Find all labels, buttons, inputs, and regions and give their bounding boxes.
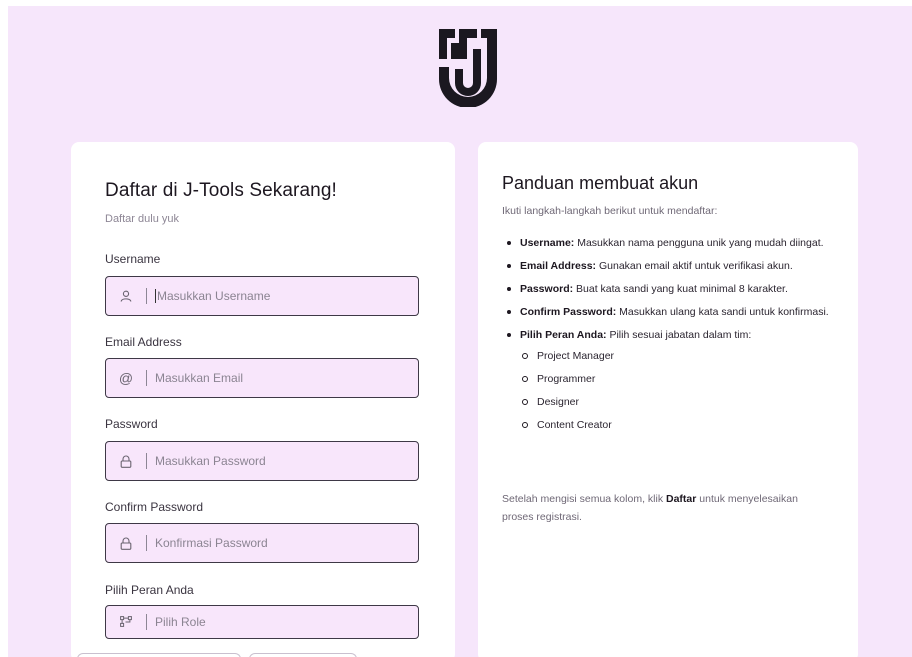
guide-item-confirm-password: Confirm Password: Masukkan ulang kata sa…	[502, 303, 842, 321]
guide-card: Panduan membuat akun Ikuti langkah-langk…	[478, 142, 858, 657]
outro-daftar-keyword: Daftar	[666, 493, 697, 505]
role-option: Project Manager	[520, 348, 842, 364]
guide-term: Pilih Peran Anda:	[520, 329, 607, 341]
guide-text: Masukkan nama pengguna unik yang mudah d…	[574, 237, 824, 249]
outro-text-before: Setelah mengisi semua kolom, klik	[502, 493, 666, 505]
confirm-password-input[interactable]: Konfirmasi Password	[105, 523, 419, 563]
role-label: Pilih Peran Anda	[105, 583, 194, 597]
email-placeholder: Masukkan Email	[155, 371, 244, 385]
guide-term: Email Address:	[520, 260, 597, 272]
password-label: Password	[105, 417, 158, 431]
form-title: Daftar di J-Tools Sekarang!	[105, 180, 337, 201]
guide-outro: Setelah mengisi semua kolom, klik Daftar…	[502, 490, 802, 526]
role-select[interactable]: Pilih Role	[105, 605, 419, 639]
registration-card: Daftar di J-Tools Sekarang! Daftar dulu …	[71, 142, 455, 657]
confirm-password-placeholder: Konfirmasi Password	[155, 536, 268, 550]
at-icon: @	[118, 370, 134, 386]
username-placeholder: Masukkan Username	[157, 289, 271, 303]
field-separator	[146, 614, 147, 630]
text-cursor	[155, 289, 156, 303]
field-separator	[146, 535, 147, 551]
secondary-button[interactable]	[77, 653, 241, 657]
form-subtitle: Daftar dulu yuk	[105, 213, 179, 225]
guide-title: Panduan membuat akun	[502, 173, 699, 193]
guide-item-email: Email Address: Gunakan email aktif untuk…	[502, 257, 842, 275]
j-tools-logo-icon	[439, 29, 497, 107]
role-option: Content Creator	[520, 417, 842, 433]
email-input[interactable]: @ Masukkan Email	[105, 358, 419, 398]
role-option: Designer	[520, 394, 842, 410]
guide-item-username: Username: Masukkan nama pengguna unik ya…	[502, 234, 842, 252]
page-background: Daftar di J-Tools Sekarang! Daftar dulu …	[8, 6, 912, 657]
field-separator	[146, 288, 147, 304]
guide-intro: Ikuti langkah-langkah berikut untuk mend…	[502, 205, 718, 217]
guide-text: Masukkan ulang kata sandi untuk konfirma…	[616, 306, 829, 318]
guide-term: Password:	[520, 283, 574, 295]
password-input[interactable]: Masukkan Password	[105, 441, 419, 481]
password-placeholder: Masukkan Password	[155, 454, 266, 468]
confirm-password-label: Confirm Password	[105, 500, 204, 514]
role-icon	[106, 616, 146, 628]
lock-icon	[106, 455, 146, 468]
role-select-value: Pilih Role	[155, 615, 206, 629]
guide-text: Pilih sesuai jabatan dalam tim:	[606, 329, 752, 341]
username-label: Username	[105, 252, 161, 266]
guide-term: Username:	[520, 237, 575, 249]
email-label: Email Address	[105, 335, 182, 349]
field-separator	[146, 370, 147, 386]
user-icon	[106, 290, 146, 302]
lock-icon	[106, 537, 146, 550]
role-option: Programmer	[520, 371, 842, 387]
guide-item-role: Pilih Peran Anda: Pilih sesuai jabatan d…	[502, 326, 842, 433]
field-separator	[146, 453, 147, 469]
register-button[interactable]	[249, 653, 357, 657]
username-input[interactable]: Masukkan Username	[105, 276, 419, 316]
guide-text: Buat kata sandi yang kuat minimal 8 kara…	[573, 283, 788, 295]
guide-item-password: Password: Buat kata sandi yang kuat mini…	[502, 280, 842, 298]
guide-text: Gunakan email aktif untuk verifikasi aku…	[596, 260, 793, 272]
guide-term: Confirm Password:	[520, 306, 617, 318]
guide-list: Username: Masukkan nama pengguna unik ya…	[502, 234, 842, 440]
role-options-list: Project Manager Programmer Designer Cont…	[520, 348, 842, 433]
